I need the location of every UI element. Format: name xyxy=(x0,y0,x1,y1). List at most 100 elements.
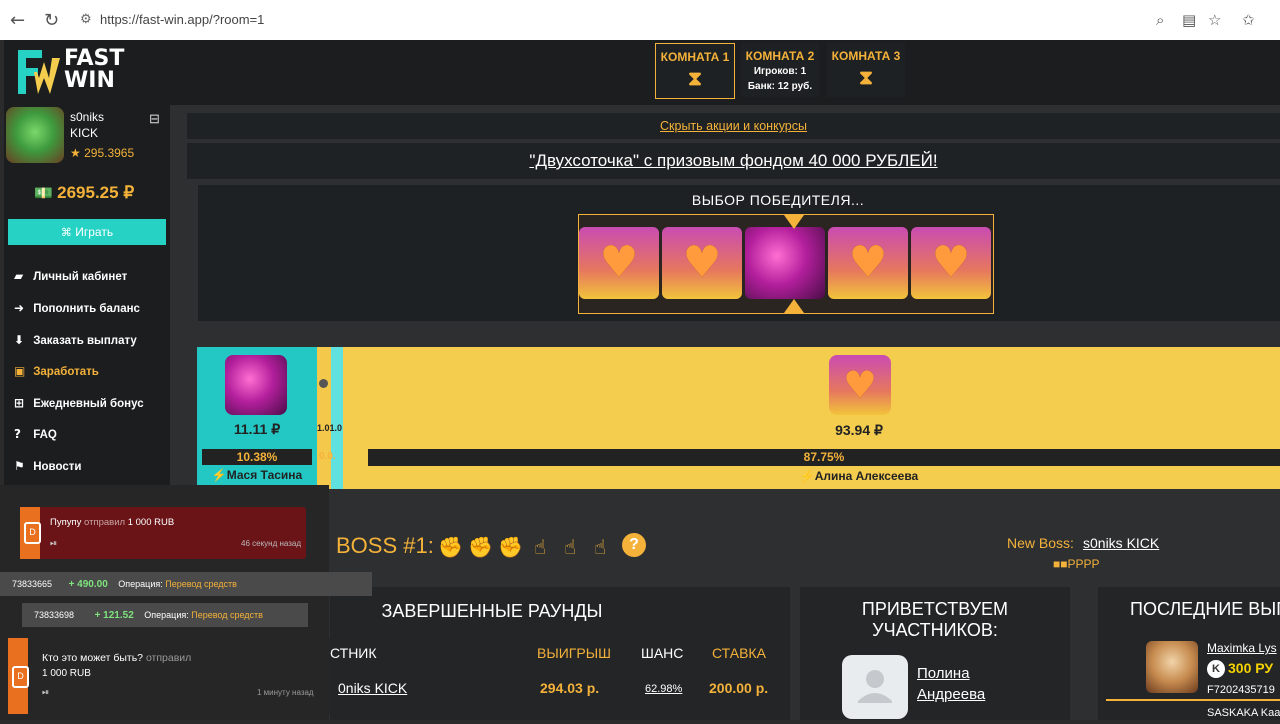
finger-icon: ☝ xyxy=(534,535,547,559)
star-icon[interactable]: ☆ xyxy=(1208,11,1221,29)
welcome-user-link[interactable]: Полина xyxy=(917,665,970,682)
welcome-panel: ПРИВЕТСТВУЕМ УЧАСТНИКОВ: Полина Андреева xyxy=(800,587,1070,720)
donation-text: Пупупу отправил 1 000 RUB xyxy=(50,517,174,528)
payout-user-link[interactable]: SASKAKA Kaa xyxy=(1207,707,1280,719)
player-bet: 93.94 ₽ xyxy=(835,422,883,438)
heart-icon: ♥ xyxy=(682,237,722,288)
sidebar-item-label: Личный кабинет xyxy=(33,271,128,283)
round-chance[interactable]: 62.98% xyxy=(645,683,682,695)
site-info-icon[interactable]: ⚙ xyxy=(80,11,92,27)
operation-row: 73833698 + 121.52 Операция: Перевод сред… xyxy=(22,603,308,627)
col-header-win: ВЫИГРЫШ xyxy=(537,645,611,661)
round-player-link[interactable]: 0niks KICK xyxy=(338,680,407,696)
sidebar-item-label: FAQ xyxy=(33,429,57,441)
sidebar-item-faq[interactable]: ? FAQ xyxy=(14,427,57,441)
player-avatar-tile: ♥ xyxy=(828,227,908,299)
roulette-reel: ♥ ♥ ♥ ♥ xyxy=(578,214,994,314)
logo-line1: FAST xyxy=(64,46,125,71)
boss-help-button[interactable]: ? xyxy=(622,533,646,557)
avatar[interactable] xyxy=(842,655,908,719)
logo-mark[interactable] xyxy=(16,48,62,96)
players-chance-bar: 11.11 ₽ 10.38% ⚡Мася Тасина 1.01.0 0.0. … xyxy=(197,347,1280,489)
player-chance: 87.75% xyxy=(368,449,1280,466)
reload-icon[interactable]: ↻ xyxy=(44,10,59,31)
operation-amount: + 490.00 xyxy=(68,579,108,590)
money-icon: ▣ xyxy=(14,364,26,378)
payout-user-link[interactable]: Maximka Lys xyxy=(1207,641,1277,655)
play-icon[interactable]: ⏯ xyxy=(50,539,57,549)
operation-link[interactable]: Перевод средств xyxy=(165,579,237,589)
logout-icon[interactable]: ⊟ xyxy=(149,111,160,127)
back-icon[interactable]: ← xyxy=(10,10,25,31)
col-header-player: СТНИК xyxy=(330,645,377,661)
finger-icon: ✊ xyxy=(438,535,463,559)
operation-row: 73833665 + 490.00 Операция: Перевод сред… xyxy=(0,572,372,596)
payout-code: F7202435719 xyxy=(1207,684,1275,696)
play-button[interactable]: ⌘ Играть xyxy=(8,219,166,245)
room-tab-3[interactable]: КОМНАТА 3 ⧗ xyxy=(827,43,905,97)
operation-link[interactable]: Перевод средств xyxy=(191,610,263,620)
player-segment xyxy=(331,347,343,489)
sidebar-item-earn[interactable]: ▣ Заработать xyxy=(14,364,99,378)
finger-icon: ✊ xyxy=(498,535,523,559)
sidebar-item-withdraw[interactable]: ⬇ Заказать выплату xyxy=(14,333,137,347)
promo-toggle-link[interactable]: Скрыть акции и конкурсы xyxy=(187,113,1280,139)
player-avatar-tile: ♥ xyxy=(662,227,742,299)
donation-logo-icon: D xyxy=(20,507,41,559)
balance-value: 2695.25 ₽ xyxy=(57,183,135,202)
sidebar-item-daily-bonus[interactable]: ⊞ Ежедневный бонус xyxy=(14,396,144,410)
url-field[interactable]: https://fast-win.app/?room=1 xyxy=(100,12,264,27)
logo-text: FAST WIN xyxy=(64,48,124,92)
sidebar-item-news[interactable]: ⚑ Новости xyxy=(14,459,81,473)
gift-icon: ⊞ xyxy=(14,396,25,410)
user-placeholder-icon xyxy=(858,670,892,703)
heart-icon: ♥ xyxy=(842,363,878,407)
donation-amount: 1 000 RUB xyxy=(127,517,175,528)
last-payouts-panel: ПОСЛЕДНИЕ ВЫП Maximka Lys K 300 РУ F7202… xyxy=(1098,587,1280,720)
promo-banner-link[interactable]: "Двухсоточка" с призовым фондом 40 000 Р… xyxy=(187,143,1280,179)
donation-text: Кто это может быть? отправил xyxy=(42,652,191,664)
welcome-title: ПРИВЕТСТВУЕМ УЧАСТНИКОВ: xyxy=(800,599,1070,641)
sidebar-item-cabinet[interactable]: ▰ Личный кабинет xyxy=(14,269,127,283)
operation-amount: + 121.52 xyxy=(94,610,134,621)
room-2-players: Игроков: 1 xyxy=(753,66,807,77)
heart-icon: ♥ xyxy=(931,237,971,288)
avatar[interactable] xyxy=(6,107,64,163)
welcome-user-link[interactable]: Андреева xyxy=(917,686,985,703)
round-bet: 200.00 р. xyxy=(709,680,769,696)
col-header-bet: СТАВКА xyxy=(712,645,766,661)
sidebar-item-deposit[interactable]: ➜ Пополнить баланс xyxy=(14,301,140,315)
finger-icon: ☝ xyxy=(594,535,607,559)
donation-action: отправил xyxy=(145,652,192,664)
favorites-icon[interactable]: ✩ xyxy=(1242,11,1255,29)
col-header-chance: ШАНС xyxy=(641,645,684,661)
roulette-panel: ВЫБОР ПОБЕДИТЕЛЯ... ♥ ♥ ♥ ♥ xyxy=(198,185,1280,321)
hourglass-icon: ⧗ xyxy=(687,66,703,90)
heart-icon: ♥ xyxy=(848,237,888,288)
donation-notification: D Кто это может быть? отправил 1 000 RUB… xyxy=(8,638,330,714)
play-icon[interactable]: ⏯ xyxy=(42,688,49,698)
room-1-label: КОМНАТА 1 xyxy=(660,50,730,64)
room-2-bank: Банк: 12 руб. xyxy=(747,81,813,92)
room-tab-1[interactable]: КОМНАТА 1 ⧗ xyxy=(655,43,735,99)
zoom-icon[interactable]: ⌕ xyxy=(1156,11,1164,29)
winner-selection-title: ВЫБОР ПОБЕДИТЕЛЯ... xyxy=(691,192,865,208)
bookmark-icon: ⚑ xyxy=(14,459,25,473)
question-icon: ? xyxy=(14,427,21,441)
room-tab-2[interactable]: КОМНАТА 2 Игроков: 1 Банк: 12 руб. xyxy=(741,43,819,97)
donation-action: отправил xyxy=(84,517,126,528)
last-payouts-title: ПОСЛЕДНИЕ ВЫП xyxy=(1130,599,1280,619)
main-content: Скрыть акции и конкурсы "Двухсоточка" с … xyxy=(170,105,1280,720)
reader-icon[interactable]: ▤ xyxy=(1182,11,1196,29)
donation-logo-icon: D xyxy=(8,638,29,714)
player-chance: 0.0. xyxy=(319,451,336,462)
welcome-title-line1: ПРИВЕТСТВУЕМ xyxy=(861,599,1009,619)
user-tag: KICK xyxy=(70,126,99,140)
boss-flags: ■■PPPP xyxy=(1053,557,1100,571)
arrow-right-circle-icon: ➜ xyxy=(14,301,25,315)
briefcase-icon: ▰ xyxy=(14,269,24,283)
heart-icon: ♥ xyxy=(599,237,639,288)
avatar xyxy=(1146,641,1198,693)
new-boss-link[interactable]: s0niks KICK xyxy=(1083,535,1159,551)
player-segment: ♥ 93.94 ₽ 87.75% ⚡Алина Алексеева xyxy=(343,347,1280,489)
